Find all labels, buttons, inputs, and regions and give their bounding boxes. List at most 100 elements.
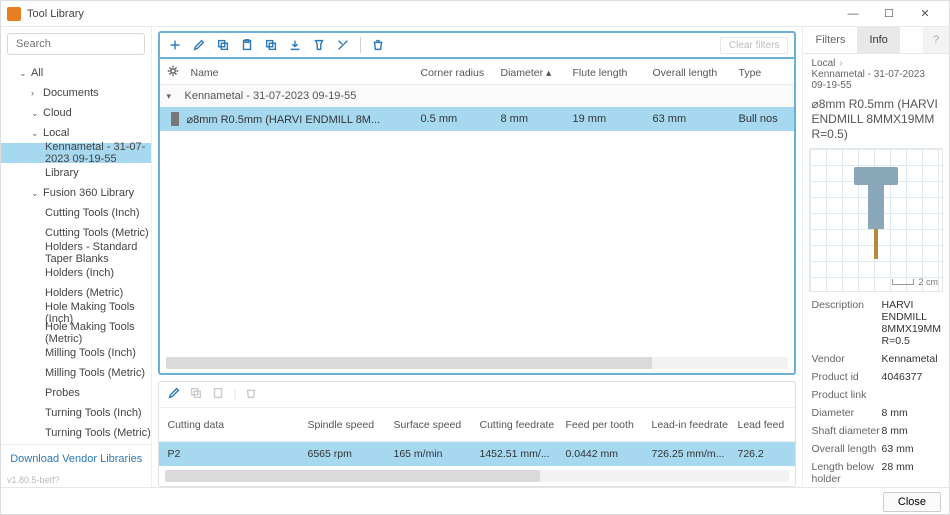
library-sidebar: ⌄All ›Documents ⌄Cloud ⌄Local Kennametal… xyxy=(1,27,152,487)
title-bar: Tool Library — ☐ ✕ xyxy=(1,1,949,27)
tree-item[interactable]: Cutting Tools (Inch) xyxy=(1,203,151,223)
ch-leadin-feedrate[interactable]: Lead-in feedrate xyxy=(651,419,737,431)
tree-cloud[interactable]: ⌄Cloud xyxy=(1,103,151,123)
property-label: Description xyxy=(811,299,881,347)
collapse-icon[interactable]: ▾ xyxy=(166,91,184,102)
tree-item[interactable]: Turning Tools (Inch) xyxy=(1,403,151,423)
col-overall-length[interactable]: Overall length xyxy=(652,67,738,79)
crumb-lib[interactable]: Kennametal - 31-07-2023 09-19-55 xyxy=(811,69,924,91)
ch-leadout-feedrate[interactable]: Lead feed xyxy=(737,419,787,431)
duplicate-icon[interactable] xyxy=(262,36,280,54)
new-tool-icon[interactable] xyxy=(166,36,184,54)
property-value: Kennametal xyxy=(881,353,941,365)
gear-column-icon[interactable] xyxy=(166,64,190,81)
property-label: Product link xyxy=(811,389,881,401)
tree-item[interactable]: Holders (Inch) xyxy=(1,263,151,283)
group-label: Kennametal - 31-07-2023 09-19-55 xyxy=(184,90,356,102)
property-row: VendorKennametal xyxy=(803,350,949,368)
tab-filters[interactable]: Filters xyxy=(803,27,857,53)
cd-edit-icon[interactable] xyxy=(167,386,181,403)
main-toolbar: Clear filters xyxy=(158,31,796,59)
ch-cutting-feedrate[interactable]: Cutting feedrate xyxy=(479,419,565,431)
tree-documents[interactable]: ›Documents xyxy=(1,83,151,103)
cd-paste-icon[interactable] xyxy=(211,386,225,403)
ch-spindle-speed[interactable]: Spindle speed xyxy=(307,419,393,431)
ch-surface-speed[interactable]: Surface speed xyxy=(393,419,479,431)
tool-title: ⌀8mm R0.5mm (HARVI ENDMILL 8MMX19MM R=0.… xyxy=(803,95,949,148)
property-row: DescriptionHARVI ENDMILL 8MMX19MM R=0.5 xyxy=(803,296,949,350)
ch-feed-per-tooth[interactable]: Feed per tooth xyxy=(565,419,651,431)
property-label: Product id xyxy=(811,371,881,383)
cd-delete-icon[interactable] xyxy=(244,386,258,403)
cr-surface: 165 m/min xyxy=(393,448,479,460)
tree-item[interactable]: Milling Tools (Metric) xyxy=(1,363,151,383)
tree-item[interactable]: Hole Making Tools (Metric) xyxy=(1,323,151,343)
tree-all[interactable]: ⌄All xyxy=(1,63,151,83)
cutting-row[interactable]: P2 6565 rpm 165 m/min 1452.51 mm/... 0.0… xyxy=(159,442,795,466)
tool-row[interactable]: ⌀8mm R0.5mm (HARVI ENDMILL 8M... 0.5 mm … xyxy=(160,107,794,131)
tree-item[interactable]: Holders (Metric) xyxy=(1,283,151,303)
cutting-h-scrollbar[interactable] xyxy=(165,470,789,482)
table-h-scrollbar[interactable] xyxy=(166,357,788,369)
help-icon[interactable]: ? xyxy=(923,27,949,53)
col-name[interactable]: Name xyxy=(190,67,420,79)
cell-type: Bull nos xyxy=(738,113,788,125)
property-label: Length below holder xyxy=(811,461,881,485)
cd-copy-icon[interactable] xyxy=(189,386,203,403)
tree-item[interactable]: Turning Tools (Metric) xyxy=(1,423,151,443)
property-value: HARVI ENDMILL 8MMX19MM R=0.5 xyxy=(881,299,941,347)
maximize-button[interactable]: ☐ xyxy=(871,1,907,27)
col-corner-radius[interactable]: Corner radius xyxy=(420,67,500,79)
cr-leadout: 726.2 xyxy=(737,448,787,460)
info-panel: Filters Info ? Local› Kennametal - 31-07… xyxy=(802,27,949,487)
property-label: Vendor xyxy=(811,353,881,365)
dialog-footer: Close xyxy=(1,487,949,515)
holder-icon[interactable] xyxy=(310,36,328,54)
property-value: 8 mm xyxy=(881,407,941,419)
tool-table: Name Corner radius Diameter ▴ Flute leng… xyxy=(158,57,796,375)
cell-diameter: 8 mm xyxy=(500,113,572,125)
scale-label: 2 cm xyxy=(892,277,938,287)
tab-info[interactable]: Info xyxy=(857,27,899,53)
close-button[interactable]: Close xyxy=(883,492,941,512)
cell-flute: 19 mm xyxy=(572,113,652,125)
property-value: 28 mm xyxy=(881,461,941,485)
download-vendor-libraries-link[interactable]: Download Vendor Libraries xyxy=(1,444,151,473)
tree-item[interactable]: Cutting Tools (Metric) xyxy=(1,223,151,243)
tree-item[interactable]: Hole Making Tools (Inch) xyxy=(1,303,151,323)
property-value: 63 mm xyxy=(881,443,941,455)
edit-icon[interactable] xyxy=(190,36,208,54)
export-icon[interactable] xyxy=(286,36,304,54)
property-label: Shaft diameter xyxy=(811,425,881,437)
delete-icon[interactable] xyxy=(369,36,387,54)
paste-icon[interactable] xyxy=(238,36,256,54)
col-type[interactable]: Type xyxy=(738,67,788,79)
property-row: Shaft diameter8 mm xyxy=(803,422,949,440)
property-value: 8 mm xyxy=(881,425,941,437)
tree-fusion360[interactable]: ⌄Fusion 360 Library xyxy=(1,183,151,203)
tree-item[interactable]: Probes xyxy=(1,383,151,403)
version-label: v1.80.5-betf? xyxy=(1,473,151,487)
search-input[interactable] xyxy=(7,33,145,55)
cell-overall: 63 mm xyxy=(652,113,738,125)
minimize-button[interactable]: — xyxy=(835,1,871,27)
tree-library[interactable]: Library xyxy=(1,163,151,183)
col-diameter[interactable]: Diameter ▴ xyxy=(500,67,572,79)
property-row: Diameter8 mm xyxy=(803,404,949,422)
tree-item[interactable]: Milling Tools (Inch) xyxy=(1,343,151,363)
property-row: Product id4046377 xyxy=(803,368,949,386)
col-flute-length[interactable]: Flute length xyxy=(572,67,652,79)
window-title: Tool Library xyxy=(27,8,84,20)
group-row[interactable]: ▾ Kennametal - 31-07-2023 09-19-55 xyxy=(160,85,794,107)
copy-icon[interactable] xyxy=(214,36,232,54)
tree-local[interactable]: ⌄Local xyxy=(1,123,151,143)
tree-item[interactable]: Holders - Standard Taper Blanks xyxy=(1,243,151,263)
renumber-icon[interactable] xyxy=(334,36,352,54)
ch-cutting-data[interactable]: Cutting data xyxy=(167,419,307,431)
clear-filters-button[interactable]: Clear filters xyxy=(720,37,789,54)
tree-kennametal[interactable]: Kennametal - 31-07-2023 09-19-55 xyxy=(1,143,151,163)
close-window-button[interactable]: ✕ xyxy=(907,1,943,27)
info-tabs: Filters Info ? xyxy=(803,27,949,54)
cutting-header: Cutting data Spindle speed Surface speed… xyxy=(159,408,795,442)
crumb-root[interactable]: Local xyxy=(811,58,835,69)
